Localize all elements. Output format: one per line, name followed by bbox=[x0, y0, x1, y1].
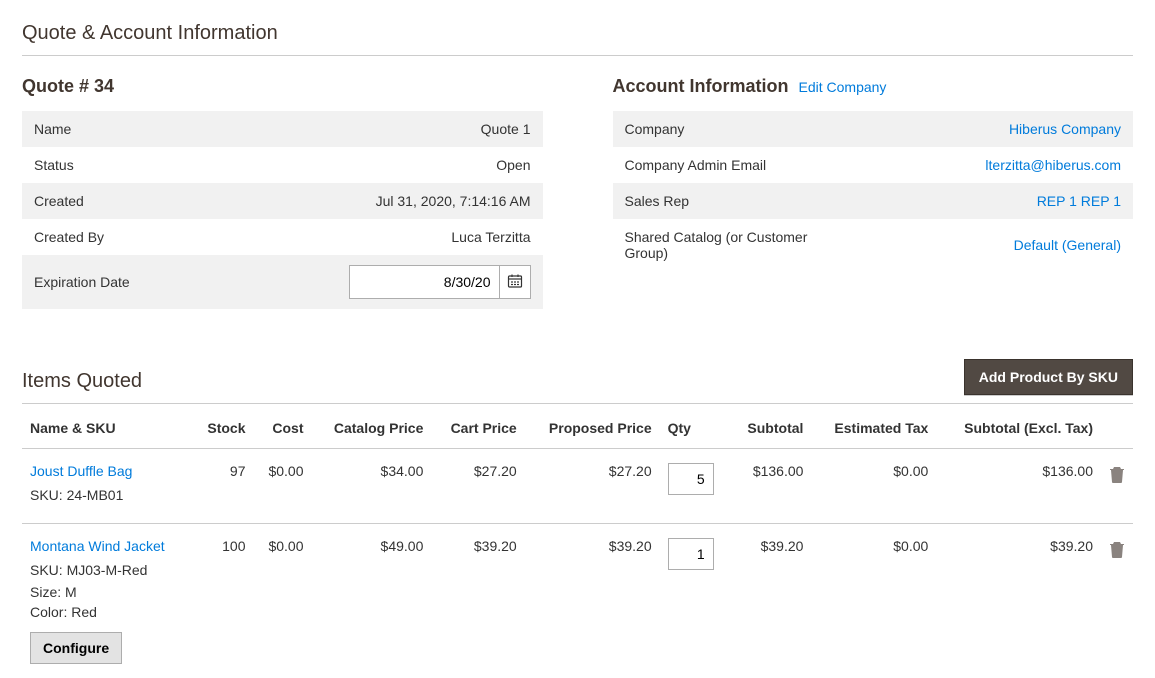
product-name-link[interactable]: Montana Wind Jacket bbox=[30, 538, 184, 554]
quote-header: Quote # 34 bbox=[22, 76, 543, 97]
company-link[interactable]: Hiberus Company bbox=[1009, 121, 1121, 137]
add-product-by-sku-button[interactable]: Add Product By SKU bbox=[964, 359, 1133, 395]
cell-proposed: $27.20 bbox=[525, 449, 660, 524]
table-row: Created By Luca Terzitta bbox=[22, 219, 543, 255]
catalog-label: Shared Catalog (or Customer Group) bbox=[613, 219, 832, 271]
table-row: Montana Wind Jacket SKU: MJ03-M-Red Size… bbox=[22, 524, 1133, 678]
col-cost: Cost bbox=[254, 414, 312, 449]
edit-company-link[interactable]: Edit Company bbox=[799, 79, 887, 95]
table-row: Company Hiberus Company bbox=[613, 111, 1134, 147]
cell-subtotal: $136.00 bbox=[730, 449, 812, 524]
cell-tax: $0.00 bbox=[811, 524, 936, 678]
salesrep-link[interactable]: REP 1 REP 1 bbox=[1037, 193, 1121, 209]
cell-catalog: $34.00 bbox=[312, 449, 432, 524]
section-title: Quote & Account Information bbox=[22, 22, 1133, 56]
account-column: Account Information Edit Company Company… bbox=[613, 76, 1134, 309]
cell-proposed: $39.20 bbox=[525, 524, 660, 678]
salesrep-label: Sales Rep bbox=[613, 183, 832, 219]
quote-exp-label: Expiration Date bbox=[22, 255, 241, 309]
table-row: Created Jul 31, 2020, 7:14:16 AM bbox=[22, 183, 543, 219]
delete-row-button[interactable] bbox=[1109, 465, 1125, 486]
table-row: Company Admin Email lterzitta@hiberus.co… bbox=[613, 147, 1134, 183]
account-info-table: Company Hiberus Company Company Admin Em… bbox=[613, 111, 1134, 271]
cell-cost: $0.00 bbox=[254, 449, 312, 524]
col-subtotal: Subtotal bbox=[730, 414, 812, 449]
cell-cart: $39.20 bbox=[431, 524, 524, 678]
col-catalog: Catalog Price bbox=[312, 414, 432, 449]
qty-input[interactable] bbox=[668, 463, 714, 495]
col-proposed: Proposed Price bbox=[525, 414, 660, 449]
configure-button[interactable]: Configure bbox=[30, 632, 122, 664]
quote-status-value: Open bbox=[241, 147, 543, 183]
col-cart: Cart Price bbox=[431, 414, 524, 449]
cell-tax: $0.00 bbox=[811, 449, 936, 524]
company-label: Company bbox=[613, 111, 832, 147]
table-row: Sales Rep REP 1 REP 1 bbox=[613, 183, 1134, 219]
quote-name-label: Name bbox=[22, 111, 241, 147]
table-row: Name Quote 1 bbox=[22, 111, 543, 147]
col-subtotal-excl: Subtotal (Excl. Tax) bbox=[936, 414, 1101, 449]
expiration-date-input[interactable] bbox=[349, 265, 499, 299]
quote-createdby-value: Luca Terzitta bbox=[241, 219, 543, 255]
items-title: Items Quoted bbox=[22, 370, 142, 403]
cell-stock: 97 bbox=[192, 449, 254, 524]
cell-cart: $27.20 bbox=[431, 449, 524, 524]
calendar-button[interactable] bbox=[499, 265, 531, 299]
quote-createdby-label: Created By bbox=[22, 219, 241, 255]
cell-stock: 100 bbox=[192, 524, 254, 678]
quote-column: Quote # 34 Name Quote 1 Status Open Crea… bbox=[22, 76, 543, 309]
account-header: Account Information bbox=[613, 76, 789, 97]
catalog-link[interactable]: Default (General) bbox=[1014, 237, 1121, 253]
cell-subtotal-excl: $136.00 bbox=[936, 449, 1101, 524]
delete-row-button[interactable] bbox=[1109, 540, 1125, 561]
product-name-link[interactable]: Joust Duffle Bag bbox=[30, 463, 184, 479]
product-sku: SKU: MJ03-M-Red bbox=[30, 562, 184, 578]
calendar-icon bbox=[507, 273, 523, 292]
col-tax: Estimated Tax bbox=[811, 414, 936, 449]
company-email-label: Company Admin Email bbox=[613, 147, 832, 183]
quote-info-table: Name Quote 1 Status Open Created Jul 31,… bbox=[22, 111, 543, 309]
cell-catalog: $49.00 bbox=[312, 524, 432, 678]
product-attr-size: Size: M bbox=[30, 584, 184, 600]
items-table: Name & SKU Stock Cost Catalog Price Cart… bbox=[22, 414, 1133, 678]
quote-status-label: Status bbox=[22, 147, 241, 183]
table-row: Shared Catalog (or Customer Group) Defau… bbox=[613, 219, 1134, 271]
col-stock: Stock bbox=[192, 414, 254, 449]
col-qty: Qty bbox=[660, 414, 730, 449]
cell-subtotal: $39.20 bbox=[730, 524, 812, 678]
cell-subtotal-excl: $39.20 bbox=[936, 524, 1101, 678]
table-row: Expiration Date bbox=[22, 255, 543, 309]
trash-icon bbox=[1109, 545, 1125, 561]
product-sku: SKU: 24-MB01 bbox=[30, 487, 184, 503]
cell-cost: $0.00 bbox=[254, 524, 312, 678]
table-row: Joust Duffle Bag SKU: 24-MB01 97 $0.00 $… bbox=[22, 449, 1133, 524]
company-email-link[interactable]: lterzitta@hiberus.com bbox=[985, 157, 1121, 173]
table-row: Status Open bbox=[22, 147, 543, 183]
quote-created-label: Created bbox=[22, 183, 241, 219]
product-attr-color: Color: Red bbox=[30, 604, 184, 620]
col-name: Name & SKU bbox=[22, 414, 192, 449]
qty-input[interactable] bbox=[668, 538, 714, 570]
quote-created-value: Jul 31, 2020, 7:14:16 AM bbox=[241, 183, 543, 219]
quote-name-value: Quote 1 bbox=[241, 111, 543, 147]
trash-icon bbox=[1109, 470, 1125, 486]
